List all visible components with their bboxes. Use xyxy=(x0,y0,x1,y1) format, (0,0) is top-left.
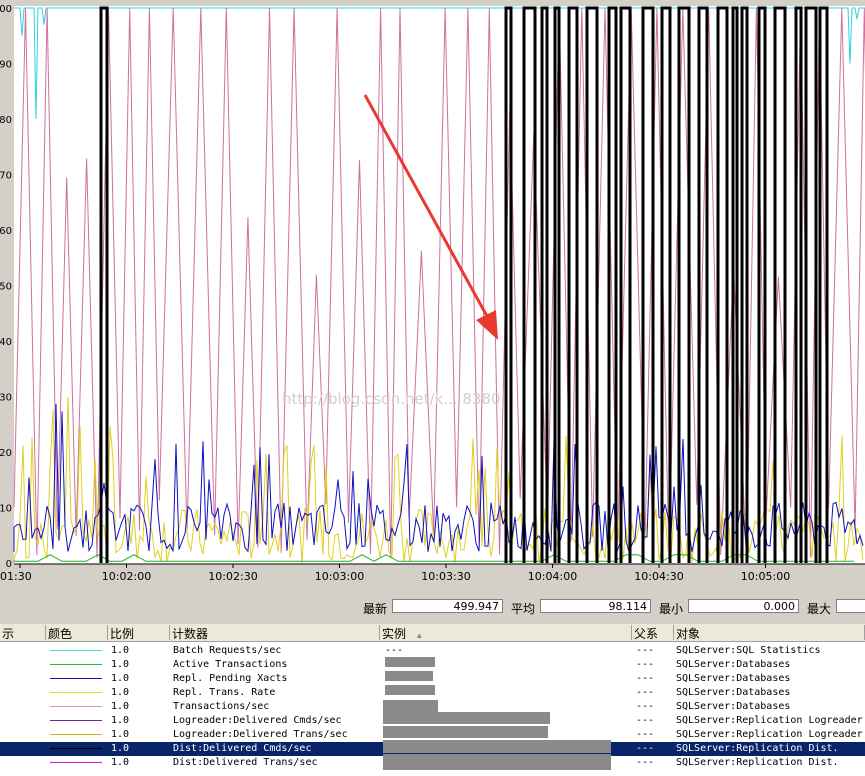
y-tick-label: 20 xyxy=(0,448,12,459)
counter-name: Dist:Delivered Trans/sec xyxy=(173,757,318,768)
redacted-instance xyxy=(383,740,611,753)
minimum-label: 最小 xyxy=(659,602,684,616)
y-tick-label: 10 xyxy=(0,504,12,515)
counter-object: SQLServer:Replication Logreader xyxy=(676,715,863,726)
counter-parent: --- xyxy=(636,673,655,684)
counter-scale: 1.0 xyxy=(111,729,130,740)
y-tick-label: 70 xyxy=(0,171,12,182)
counter-name: Repl. Trans. Rate xyxy=(173,687,276,698)
counter-scale: 1.0 xyxy=(111,673,130,684)
x-tick-label: 10:03:30 xyxy=(421,570,470,583)
counter-list[interactable]: 示 颜色 比例 计数器 实例 ▲ 父系 对象 1.0 Batch Requests… xyxy=(0,624,865,776)
counter-parent: --- xyxy=(636,757,655,768)
column-object[interactable]: 对象 xyxy=(674,625,865,641)
counter-scale: 1.0 xyxy=(111,659,130,670)
y-tick-label: 50 xyxy=(0,282,12,293)
color-swatch xyxy=(50,720,102,721)
counter-list-header: 示 颜色 比例 计数器 实例 ▲ 父系 对象 xyxy=(0,624,865,642)
counter-scale: 1.0 xyxy=(111,645,130,656)
counter-parent: --- xyxy=(636,659,655,670)
redacted-instance xyxy=(385,685,435,695)
counter-name: Logreader:Delivered Trans/sec xyxy=(173,729,348,740)
x-tick-label: 10:02:30 xyxy=(208,570,257,583)
statistics-bar: 最新 499.947 平均 98.114 最小 0.000 最大 xyxy=(0,592,865,622)
counter-name: Batch Requests/sec xyxy=(173,645,282,656)
maximum-label: 最大 xyxy=(807,602,832,616)
counter-object: SQLServer:Databases xyxy=(676,701,791,712)
counter-scale: 1.0 xyxy=(111,715,130,726)
counter-parent: --- xyxy=(636,687,655,698)
redacted-instance xyxy=(385,657,435,667)
last-label: 最新 xyxy=(363,602,388,616)
counter-object: SQLServer:Replication Dist. xyxy=(676,757,839,768)
counter-scale: 1.0 xyxy=(111,687,130,698)
counter-name: Repl. Pending Xacts xyxy=(173,673,288,684)
color-swatch xyxy=(50,748,102,749)
last-value: 499.947 xyxy=(392,599,503,613)
x-tick-label: 10:04:00 xyxy=(528,570,577,583)
counter-name: Transactions/sec xyxy=(173,701,270,712)
counter-scale: 1.0 xyxy=(111,743,130,754)
watermark: http://blog.csdn.net/k... 8380 xyxy=(282,390,501,408)
minimum-value: 0.000 xyxy=(688,599,799,613)
y-tick-label: 30 xyxy=(0,393,12,404)
average-value: 98.114 xyxy=(540,599,651,613)
y-tick-label: 80 xyxy=(0,115,12,126)
y-tick-label: 100 xyxy=(0,4,12,15)
y-tick-label: 40 xyxy=(0,337,12,348)
x-tick-label: 10:03:00 xyxy=(315,570,364,583)
redacted-instance xyxy=(383,726,548,738)
maximum-value xyxy=(836,599,865,613)
color-swatch xyxy=(50,734,102,735)
counter-parent: --- xyxy=(636,743,655,754)
column-counter[interactable]: 计数器 xyxy=(170,625,380,641)
counter-object: SQLServer:SQL Statistics xyxy=(676,645,821,656)
counter-object: SQLServer:Databases xyxy=(676,687,791,698)
counter-parent: --- xyxy=(636,645,655,656)
counter-row[interactable]: 1.0 Batch Requests/sec --- --- SQLServer:SQL… xyxy=(0,644,865,658)
x-tick-label: 10:05:00 xyxy=(741,570,790,583)
y-tick-label: 0 xyxy=(6,559,12,570)
y-tick-label: 90 xyxy=(0,60,12,71)
counter-name: Active Transactions xyxy=(173,659,288,670)
color-swatch xyxy=(50,692,102,693)
redacted-instance xyxy=(385,671,433,681)
counter-scale: 1.0 xyxy=(111,701,130,712)
color-swatch xyxy=(50,762,102,763)
color-swatch xyxy=(50,650,102,651)
counter-name: Logreader:Delivered Cmds/sec xyxy=(173,715,342,726)
x-tick-label: 10:02:00 xyxy=(102,570,151,583)
average-label: 平均 xyxy=(511,602,536,616)
x-tick-label: 10:04:30 xyxy=(634,570,683,583)
column-color[interactable]: 颜色 xyxy=(46,625,108,641)
counter-object: SQLServer:Databases xyxy=(676,659,791,670)
color-swatch xyxy=(50,664,102,665)
y-tick-label: 60 xyxy=(0,226,12,237)
color-swatch xyxy=(50,678,102,679)
counter-object: SQLServer:Replication Dist. xyxy=(676,743,839,754)
redacted-instance xyxy=(383,712,550,724)
counter-parent: --- xyxy=(636,701,655,712)
counter-scale: 1.0 xyxy=(111,757,130,768)
color-swatch xyxy=(50,706,102,707)
performance-chart: 1009080706050403020100 http://blog.csdn.… xyxy=(0,0,865,592)
counter-parent: --- xyxy=(636,729,655,740)
column-show[interactable]: 示 xyxy=(0,625,46,641)
sort-ascending-icon: ▲ xyxy=(415,631,424,640)
column-instance-label: 实例 xyxy=(382,627,407,641)
x-tick-label: 01:30 xyxy=(0,570,32,583)
column-parent[interactable]: 父系 xyxy=(632,625,674,641)
counter-object: SQLServer:Replication Logreader xyxy=(676,729,863,740)
counter-instance: --- xyxy=(385,645,404,656)
counter-name: Dist:Delivered Cmds/sec xyxy=(173,743,312,754)
counter-parent: --- xyxy=(636,715,655,726)
redacted-instance xyxy=(383,754,611,770)
column-instance[interactable]: 实例 ▲ xyxy=(380,625,632,641)
counter-object: SQLServer:Databases xyxy=(676,673,791,684)
column-scale[interactable]: 比例 xyxy=(108,625,170,641)
